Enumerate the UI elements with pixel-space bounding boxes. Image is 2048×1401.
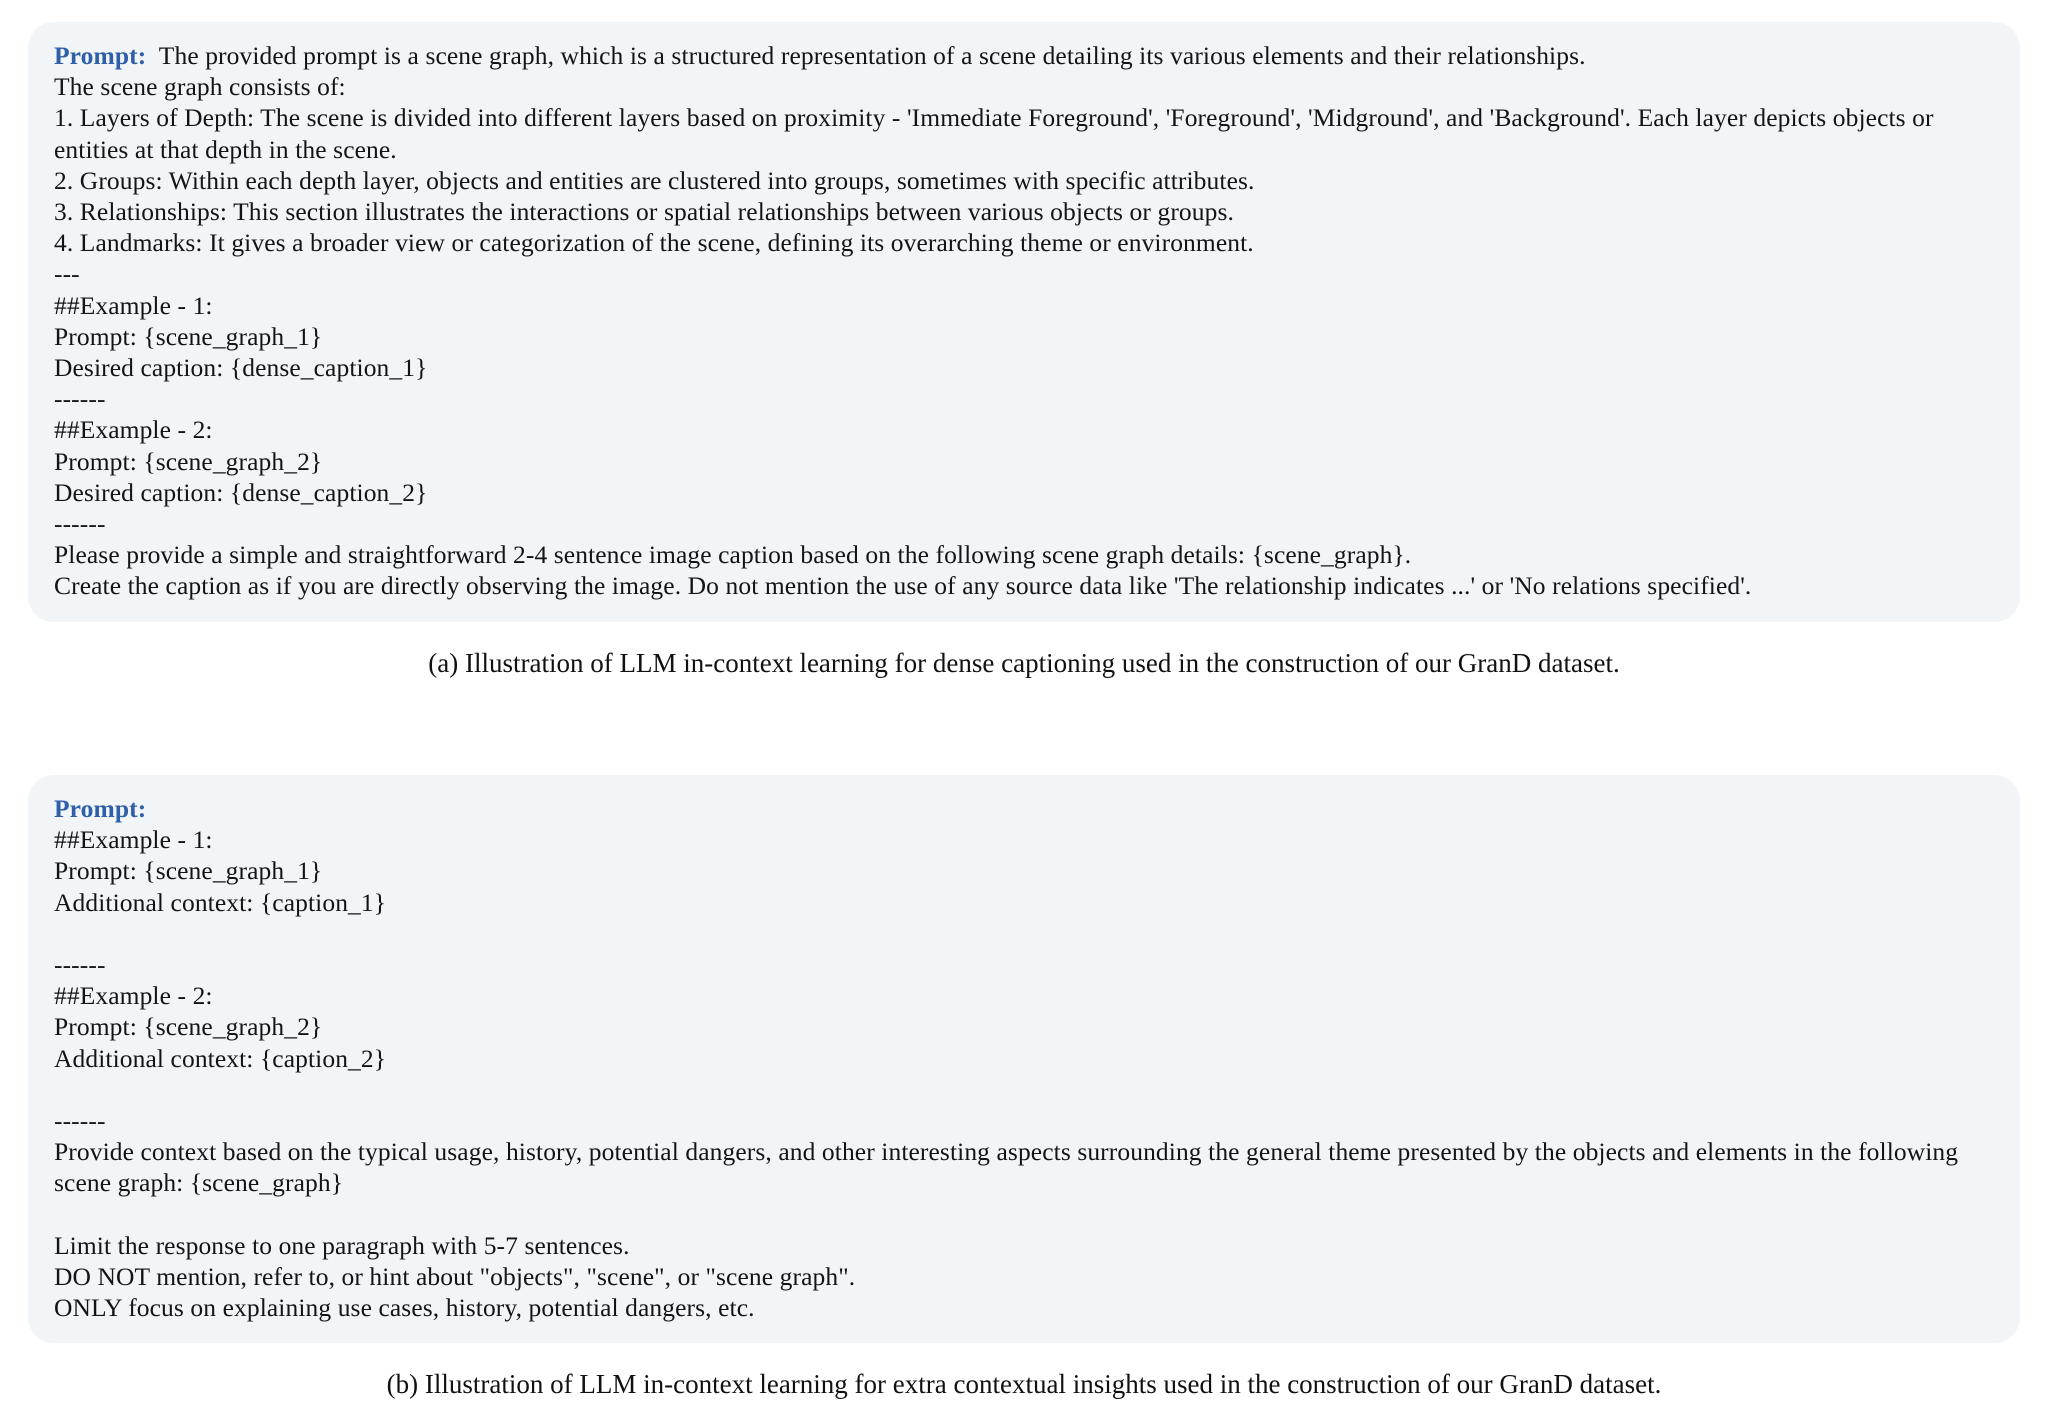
prompt-body-line: Please provide a simple and straightforw…	[54, 540, 1412, 570]
prompt-box-b: Prompt: ##Example - 1: Prompt: {scene_gr…	[28, 775, 2020, 1344]
prompt-separator: ------	[54, 384, 106, 414]
prompt-body-line: Provide context based on the typical usa…	[54, 1137, 1965, 1198]
prompt-body-line: Prompt: {scene_graph_1}	[54, 321, 323, 351]
prompt-body-line: 4. Landmarks: It gives a broader view or…	[54, 228, 1254, 258]
prompt-body-line: Limit the response to one paragraph with…	[54, 1230, 630, 1260]
figure-page: Prompt: The provided prompt is a scene g…	[0, 0, 2048, 1399]
prompt-body-line: Prompt: {scene_graph_2}	[54, 446, 323, 476]
figure-b: Prompt: ##Example - 1: Prompt: {scene_gr…	[0, 775, 2048, 1401]
prompt-box-a: Prompt: The provided prompt is a scene g…	[28, 22, 2020, 622]
prompt-body-line: 1. Layers of Depth: The scene is divided…	[54, 103, 1941, 164]
prompt-body-line: Prompt: {scene_graph_2}	[54, 1012, 323, 1042]
prompt-body-line: 2. Groups: Within each depth layer, obje…	[54, 165, 1255, 195]
figure-a-caption: (a) Illustration of LLM in-context learn…	[428, 647, 1620, 678]
prompt-first-line-text-a: The provided prompt is a scene graph, wh…	[146, 41, 1586, 70]
prompt-body-line: Create the caption as if you are directl…	[54, 571, 1752, 601]
prompt-body-line: Additional context: {caption_1}	[54, 887, 387, 917]
prompt-label-row-b: Prompt:	[54, 793, 1994, 824]
prompt-separator: ------	[54, 1106, 106, 1135]
prompt-blank-line	[54, 1199, 1994, 1230]
prompt-body-line: Additional context: {caption_2}	[54, 1043, 387, 1073]
prompt-body-line: ONLY focus on explaining use cases, hist…	[54, 1293, 755, 1323]
figure-a: Prompt: The provided prompt is a scene g…	[0, 22, 2048, 680]
prompt-example-header: ##Example - 2:	[54, 981, 213, 1011]
prompt-example-header: ##Example - 1:	[54, 825, 213, 855]
prompt-first-line-a: Prompt: The provided prompt is a scene g…	[54, 40, 1994, 71]
prompt-example-header: ##Example - 2:	[54, 415, 213, 445]
prompt-separator: ------	[54, 509, 106, 539]
prompt-blank-line	[54, 1074, 1994, 1105]
prompt-body-line: 3. Relationships: This section illustrat…	[54, 197, 1234, 227]
prompt-separator: ---	[54, 259, 80, 289]
prompt-label-b: Prompt:	[54, 794, 147, 823]
prompt-body-line: The scene graph consists of:	[54, 72, 346, 102]
prompt-body-line: DO NOT mention, refer to, or hint about …	[54, 1262, 856, 1291]
prompt-body-line: Prompt: {scene_graph_1}	[54, 856, 323, 886]
prompt-separator: ------	[54, 950, 106, 979]
figure-b-caption: (b) Illustration of LLM in-context learn…	[386, 1369, 1662, 1400]
prompt-blank-line	[54, 918, 1994, 949]
prompt-body-line: Desired caption: {dense_caption_1}	[54, 353, 428, 383]
prompt-example-header: ##Example - 1:	[54, 290, 213, 320]
prompt-label-a: Prompt:	[54, 41, 147, 70]
prompt-body-line: Desired caption: {dense_caption_2}	[54, 477, 428, 507]
